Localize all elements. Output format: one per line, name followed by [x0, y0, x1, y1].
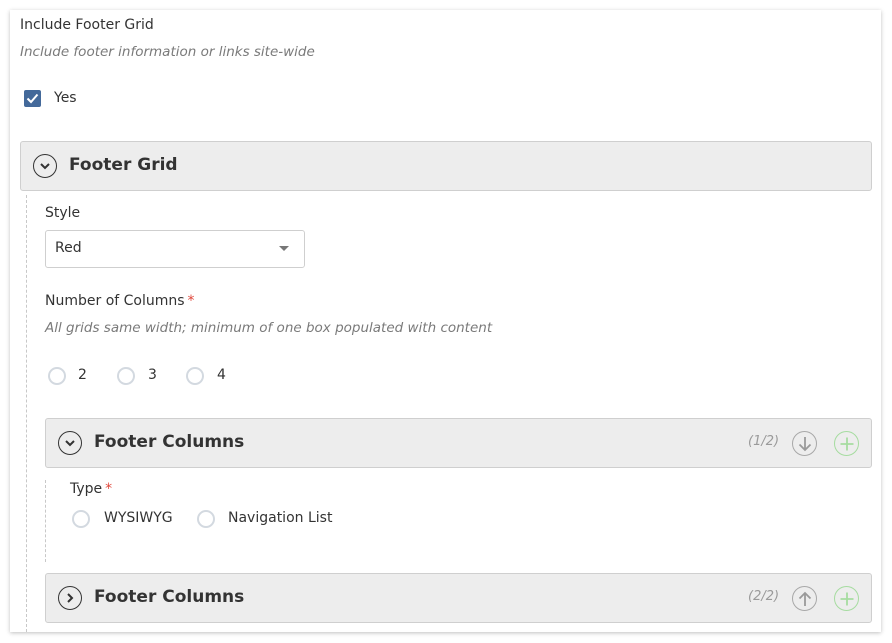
chevron-down-icon: [40, 163, 50, 170]
type-radio-navigation-list[interactable]: [197, 510, 215, 528]
collapse-toggle-button[interactable]: [33, 154, 57, 178]
add-item-button[interactable]: [834, 586, 859, 611]
expand-toggle-button[interactable]: [58, 586, 82, 610]
type-label: Type *: [70, 481, 112, 497]
number-of-columns-label-text: Number of Columns: [45, 293, 185, 309]
plus-icon: [840, 592, 853, 605]
footer-grid-panel-header[interactable]: Footer Grid: [20, 141, 872, 191]
chevron-right-icon: [67, 593, 74, 603]
caret-down-icon: [279, 246, 289, 251]
columns-radio-3-label[interactable]: 3: [148, 367, 157, 383]
collapse-toggle-button[interactable]: [58, 431, 82, 455]
footer-columns-2-counter: (2/2): [748, 589, 780, 604]
footer-columns-2-panel-header[interactable]: Footer Columns (2/2): [45, 573, 872, 623]
checkmark-icon: [26, 93, 39, 104]
add-item-button[interactable]: [834, 431, 859, 456]
include-footer-checkbox-label[interactable]: Yes: [54, 90, 77, 106]
nesting-guide-line: [45, 480, 46, 562]
columns-radio-2[interactable]: [48, 367, 66, 385]
chevron-down-icon: [65, 440, 75, 447]
style-label: Style: [45, 205, 81, 221]
required-asterisk: *: [187, 293, 195, 309]
type-radio-wysiwyg-label[interactable]: WYSIWYG: [104, 510, 173, 526]
footer-columns-1-panel-header[interactable]: Footer Columns (1/2): [45, 418, 872, 468]
move-up-button[interactable]: [792, 586, 817, 611]
style-select[interactable]: Red: [45, 230, 305, 268]
move-down-button[interactable]: [792, 431, 817, 456]
footer-columns-2-title: Footer Columns: [94, 587, 245, 607]
columns-radio-4-label[interactable]: 4: [217, 367, 226, 383]
arrow-down-icon: [798, 436, 811, 451]
include-footer-checkbox[interactable]: [24, 90, 41, 107]
plus-icon: [840, 437, 853, 450]
footer-grid-title: Footer Grid: [69, 155, 178, 175]
nesting-guide-line: [26, 195, 27, 632]
number-of-columns-label: Number of Columns *: [45, 293, 195, 309]
columns-radio-3[interactable]: [117, 367, 135, 385]
include-footer-label: Include Footer Grid: [20, 17, 154, 33]
footer-columns-1-counter: (1/2): [748, 434, 780, 449]
type-radio-navigation-list-label[interactable]: Navigation List: [228, 510, 332, 526]
footer-columns-1-title: Footer Columns: [94, 432, 245, 452]
required-asterisk: *: [105, 481, 113, 497]
include-footer-help: Include footer information or links site…: [20, 44, 315, 60]
arrow-up-icon: [798, 591, 811, 606]
type-label-text: Type: [70, 481, 103, 497]
form-card: Include Footer Grid Include footer infor…: [10, 10, 881, 632]
number-of-columns-help: All grids same width; minimum of one box…: [45, 320, 493, 336]
type-radio-wysiwyg[interactable]: [72, 510, 90, 528]
columns-radio-2-label[interactable]: 2: [78, 367, 87, 383]
columns-radio-4[interactable]: [186, 367, 204, 385]
style-select-value: Red: [55, 240, 82, 256]
